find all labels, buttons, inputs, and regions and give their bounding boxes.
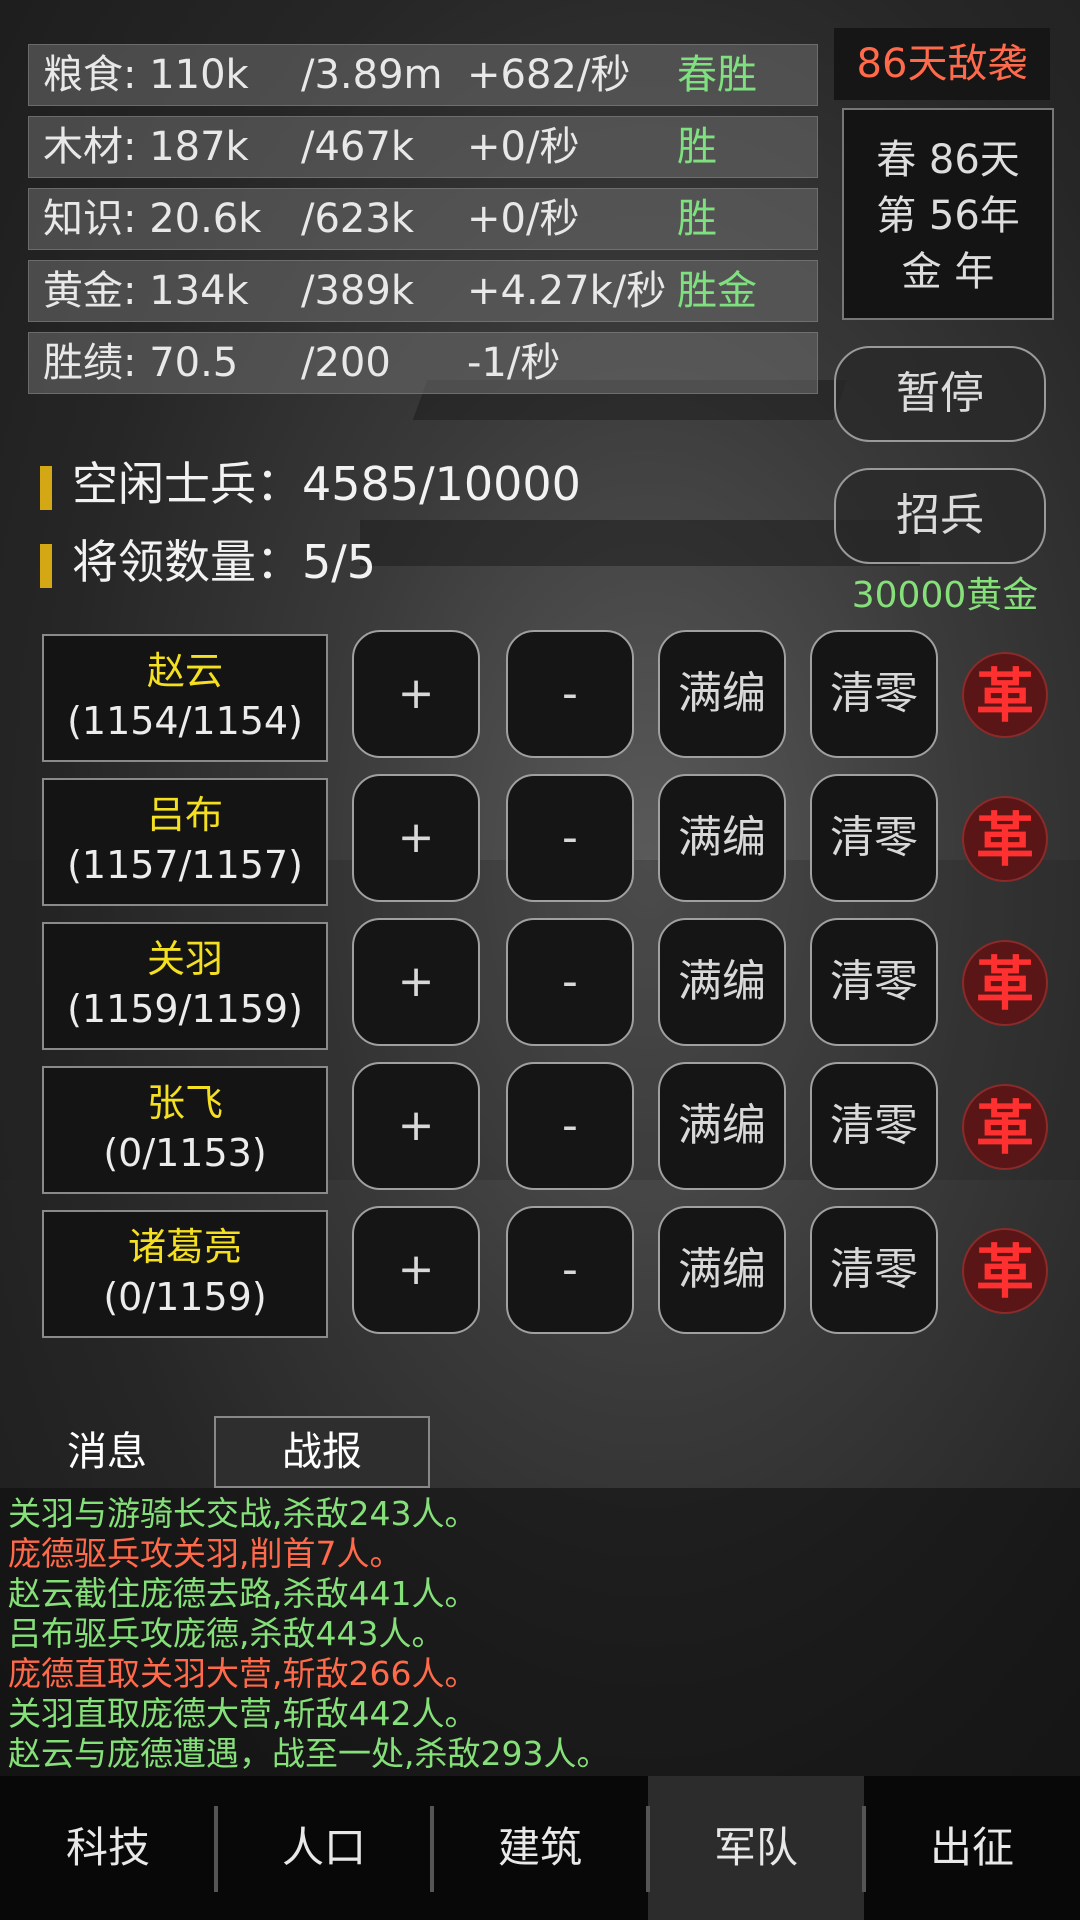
resource-cap: /3.89m xyxy=(301,52,443,98)
log-entry: 关羽直取庞德大营,斩敌442人。 xyxy=(8,1694,478,1733)
nav-tech[interactable]: 科技 xyxy=(0,1776,216,1920)
fill-button[interactable]: 满编 xyxy=(658,918,786,1046)
nav-building[interactable]: 建筑 xyxy=(432,1776,648,1920)
resource-row-food: 粮食: 110k/3.89m +682/秒 春胜 xyxy=(28,44,818,106)
general-card[interactable]: 吕布 (1157/1157) xyxy=(42,778,328,906)
resource-name: 粮食: 110k xyxy=(43,52,249,98)
resource-row-victory: 胜绩: 70.5/200 -1/秒 xyxy=(28,332,818,394)
resource-tag: 胜 xyxy=(677,196,717,242)
tab-battle-report[interactable]: 战报 xyxy=(214,1416,430,1488)
enemy-raid-warning: 86天敌袭 xyxy=(834,28,1050,100)
fill-button[interactable]: 满编 xyxy=(658,630,786,758)
general-troops: (1157/1157) xyxy=(67,843,303,887)
general-card[interactable]: 赵云 (1154/1154) xyxy=(42,634,328,762)
resource-rate: +0/秒 xyxy=(467,196,580,242)
date-season: 春 86天 xyxy=(876,137,1020,183)
tab-messages[interactable]: 消息 xyxy=(0,1416,214,1488)
general-count: 将领数量：5/5 xyxy=(40,526,376,592)
date-element: 金 年 xyxy=(901,249,995,295)
idle-soldiers: 空闲士兵：4585/10000 xyxy=(40,448,581,514)
general-name: 吕布 xyxy=(146,793,223,837)
recruit-cost: 30000黄金 xyxy=(851,575,1039,616)
nav-divider xyxy=(214,1806,218,1892)
clear-button[interactable]: 清零 xyxy=(810,1206,938,1334)
stat-marker xyxy=(40,465,52,510)
log-entry: 吕布驱兵攻庞德,杀敌443人。 xyxy=(8,1614,445,1653)
clear-button[interactable]: 清零 xyxy=(810,918,938,1046)
date-year: 第 56年 xyxy=(876,193,1020,239)
general-card[interactable]: 关羽 (1159/1159) xyxy=(42,922,328,1050)
log-entry: 赵云截住庞德去路,杀敌441人。 xyxy=(8,1574,478,1613)
resource-name: 木材: 187k xyxy=(43,124,249,170)
general-name: 张飞 xyxy=(146,1081,223,1125)
nav-army[interactable]: 军队 xyxy=(648,1776,864,1920)
resource-rate: +0/秒 xyxy=(467,124,580,170)
remove-soldier-button[interactable]: - xyxy=(506,774,634,902)
general-troops: (1159/1159) xyxy=(67,987,303,1031)
general-name: 关羽 xyxy=(146,937,223,981)
bottom-nav: 科技 人口 建筑 军队 出征 xyxy=(0,1776,1080,1920)
general-card[interactable]: 诸葛亮 (0/1159) xyxy=(42,1210,328,1338)
log-entry: 关羽与游骑长交战,杀敌243人。 xyxy=(8,1494,478,1533)
battle-log: 关羽与游骑长交战,杀敌243人。 庞德驱兵攻关羽,削首7人。 赵云截住庞德去路,杀敌… xyxy=(0,1488,1080,1778)
add-soldier-button[interactable]: + xyxy=(352,918,480,1046)
add-soldier-button[interactable]: + xyxy=(352,1062,480,1190)
clear-button[interactable]: 清零 xyxy=(810,1062,938,1190)
resource-tag: 胜 xyxy=(677,124,717,170)
log-entry: 庞德驱兵攻关羽,削首7人。 xyxy=(8,1534,403,1573)
add-soldier-button[interactable]: + xyxy=(352,630,480,758)
fill-button[interactable]: 满编 xyxy=(658,1062,786,1190)
nav-divider xyxy=(862,1806,866,1892)
clear-button[interactable]: 清零 xyxy=(810,774,938,902)
add-soldier-button[interactable]: + xyxy=(352,774,480,902)
resource-row-knowledge: 知识: 20.6k/623k +0/秒 胜 xyxy=(28,188,818,250)
resource-row-wood: 木材: 187k/467k +0/秒 胜 xyxy=(28,116,818,178)
resource-rate: +4.27k/秒 xyxy=(467,268,667,314)
dismiss-general-button[interactable]: 革 xyxy=(962,652,1048,738)
resource-rate: +682/秒 xyxy=(467,52,631,98)
nav-population[interactable]: 人口 xyxy=(216,1776,432,1920)
date-panel: 春 86天 第 56年 金 年 xyxy=(842,108,1054,320)
general-count-label: 将领数量：5/5 xyxy=(72,535,377,589)
general-troops: (1154/1154) xyxy=(67,699,303,743)
resource-name: 知识: 20.6k xyxy=(43,196,262,242)
resource-cap: /623k xyxy=(301,196,414,242)
dismiss-general-button[interactable]: 革 xyxy=(962,1084,1048,1170)
resource-tag: 胜金 xyxy=(677,268,757,314)
resource-tag: 春胜 xyxy=(677,52,757,98)
nav-divider xyxy=(430,1806,434,1892)
stat-marker xyxy=(40,543,52,588)
fill-button[interactable]: 满编 xyxy=(658,774,786,902)
resource-row-gold: 黄金: 134k/389k +4.27k/秒 胜金 xyxy=(28,260,818,322)
nav-expedition[interactable]: 出征 xyxy=(864,1776,1080,1920)
dismiss-general-button[interactable]: 革 xyxy=(962,796,1048,882)
remove-soldier-button[interactable]: - xyxy=(506,630,634,758)
resource-cap: /467k xyxy=(301,124,414,170)
remove-soldier-button[interactable]: - xyxy=(506,1206,634,1334)
general-name: 诸葛亮 xyxy=(127,1225,242,1269)
recruit-button[interactable]: 招兵 xyxy=(834,468,1046,564)
dismiss-general-button[interactable]: 革 xyxy=(962,1228,1048,1314)
add-soldier-button[interactable]: + xyxy=(352,1206,480,1334)
general-troops: (0/1159) xyxy=(103,1275,267,1319)
remove-soldier-button[interactable]: - xyxy=(506,918,634,1046)
general-troops: (0/1153) xyxy=(103,1131,267,1175)
idle-soldiers-label: 空闲士兵：4585/10000 xyxy=(72,457,581,511)
resource-name: 胜绩: 70.5 xyxy=(43,340,239,386)
general-card[interactable]: 张飞 (0/1153) xyxy=(42,1066,328,1194)
nav-divider xyxy=(646,1806,650,1892)
pause-button[interactable]: 暂停 xyxy=(834,346,1046,442)
fill-button[interactable]: 满编 xyxy=(658,1206,786,1334)
resource-rate: -1/秒 xyxy=(467,340,561,386)
resource-cap: /389k xyxy=(301,268,414,314)
log-entry: 赵云与庞德遭遇，战至一处,杀敌293人。 xyxy=(8,1734,610,1773)
log-entry: 庞德直取关羽大营,斩敌266人。 xyxy=(8,1654,478,1693)
resource-name: 黄金: 134k xyxy=(43,268,249,314)
remove-soldier-button[interactable]: - xyxy=(506,1062,634,1190)
clear-button[interactable]: 清零 xyxy=(810,630,938,758)
dismiss-general-button[interactable]: 革 xyxy=(962,940,1048,1026)
general-name: 赵云 xyxy=(146,649,223,693)
resource-cap: /200 xyxy=(301,340,391,386)
